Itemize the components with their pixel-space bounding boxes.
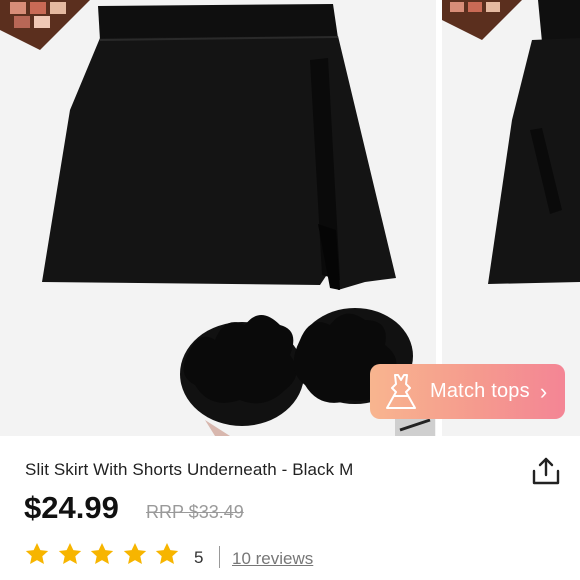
rating-stars: [24, 541, 187, 567]
share-icon[interactable]: [530, 455, 562, 487]
star-icon: [58, 542, 81, 564]
match-tops-label: Match tops: [430, 380, 530, 402]
product-price: $24.99: [24, 490, 119, 525]
rating-value: 5: [194, 548, 204, 567]
reviews-link[interactable]: 10 reviews: [232, 549, 313, 569]
star-icon: [155, 542, 179, 564]
star-icon: [90, 542, 114, 564]
product-rrp-price: RRP $33.49: [146, 502, 244, 522]
product-image-gallery[interactable]: Match tops ›: [0, 0, 580, 436]
star-icon: [25, 542, 49, 564]
dress-icon: [386, 373, 416, 409]
match-tops-button[interactable]: Match tops ›: [370, 364, 565, 419]
rating-divider: [219, 546, 220, 568]
star-icon: [123, 542, 146, 564]
product-title: Slit Skirt With Shorts Underneath - Blac…: [25, 460, 354, 479]
chevron-right-icon: ›: [539, 378, 548, 404]
